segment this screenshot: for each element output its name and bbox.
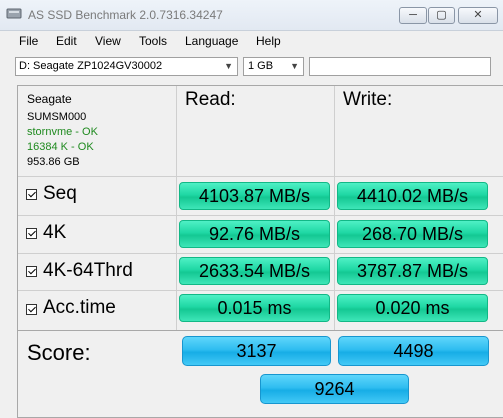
- acctime-label: Acc.time: [43, 297, 116, 318]
- read-column-header: Read:: [185, 89, 236, 110]
- seq-write-result: 4410.02 MB/s: [337, 182, 488, 210]
- write-column-header: Write:: [343, 89, 393, 110]
- divider: [18, 330, 503, 331]
- score-write: 4498: [338, 336, 489, 366]
- seq-label: Seq: [43, 183, 77, 204]
- 4k-checkbox[interactable]: [26, 228, 37, 239]
- drive-select-value: D: Seagate ZP1024GV30002: [19, 60, 163, 72]
- test-size-value: 1 GB: [248, 60, 274, 72]
- acctime-read-result: 0.015 ms: [179, 294, 330, 322]
- menu-file[interactable]: File: [19, 34, 38, 48]
- drive-capacity: 953.86 GB: [27, 156, 80, 168]
- title-bar: AS SSD Benchmark 2.0.7316.34247 ─ ▢ ✕: [0, 0, 503, 31]
- menu-language[interactable]: Language: [185, 34, 238, 48]
- menu-tools[interactable]: Tools: [139, 34, 167, 48]
- 4k-read-result: 92.76 MB/s: [179, 220, 330, 248]
- menu-view[interactable]: View: [95, 34, 121, 48]
- status-field[interactable]: [309, 57, 491, 76]
- menu-bar: File Edit View Tools Language Help: [0, 31, 503, 51]
- acctime-write-result: 0.020 ms: [337, 294, 488, 322]
- acctime-checkbox[interactable]: [26, 304, 37, 315]
- maximize-button[interactable]: ▢: [428, 7, 455, 24]
- score-read: 3137: [182, 336, 331, 366]
- divider: [18, 215, 503, 216]
- menu-help[interactable]: Help: [256, 34, 281, 48]
- seq-checkbox[interactable]: [26, 189, 37, 200]
- 4k64-checkbox[interactable]: [26, 266, 37, 277]
- close-button[interactable]: ✕: [458, 7, 498, 24]
- seq-read-result: 4103.87 MB/s: [179, 182, 330, 210]
- drive-vendor: Seagate: [27, 92, 72, 106]
- 4k64-read-result: 2633.54 MB/s: [179, 257, 330, 285]
- menu-edit[interactable]: Edit: [56, 34, 77, 48]
- 4k-write-result: 268.70 MB/s: [337, 220, 488, 248]
- divider: [176, 86, 177, 331]
- 4k64-write-result: 3787.87 MB/s: [337, 257, 488, 285]
- chevron-down-icon: ▼: [290, 61, 299, 71]
- drive-select[interactable]: D: Seagate ZP1024GV30002 ▼: [15, 57, 238, 76]
- window-title: AS SSD Benchmark 2.0.7316.34247: [28, 8, 223, 22]
- divider: [18, 253, 503, 254]
- drive-firmware: SUMSM000: [27, 111, 87, 123]
- score-label: Score:: [27, 340, 91, 365]
- score-total: 9264: [260, 374, 409, 404]
- alignment-status: 16384 K - OK: [27, 141, 94, 153]
- divider: [18, 176, 503, 177]
- test-size-select[interactable]: 1 GB ▼: [243, 57, 304, 76]
- chevron-down-icon: ▼: [224, 61, 233, 71]
- 4k-label: 4K: [43, 222, 67, 243]
- app-drive-icon: [6, 8, 22, 19]
- divider: [334, 86, 335, 331]
- driver-status: stornvme - OK: [27, 126, 98, 138]
- 4k64-label: 4K-64Thrd: [43, 260, 133, 281]
- minimize-button[interactable]: ─: [399, 7, 427, 24]
- divider: [18, 290, 503, 291]
